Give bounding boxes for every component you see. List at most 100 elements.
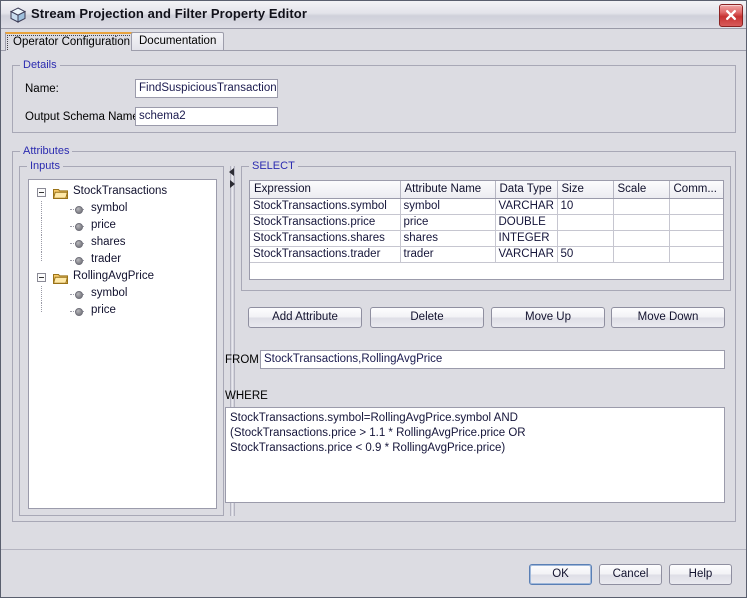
tree-node-label: RollingAvgPrice [73,270,154,282]
tree-leaf-label: trader [91,253,122,265]
tree-line [41,252,43,261]
name-label: Name: [25,83,59,95]
tree-leaf-shares-st[interactable]: shares [29,235,216,252]
tree-leaf-symbol-st[interactable]: symbol [29,201,216,218]
details-group: Details Name: FindSuspiciousTransactions… [12,59,736,133]
cell-scale[interactable] [613,230,670,247]
tab-operator-configuration-label: Operator Configuration [13,36,130,48]
cell-comment[interactable] [669,198,723,215]
cell-data-type[interactable]: VARCHAR [495,198,558,215]
from-field[interactable]: StockTransactions,RollingAvgPrice [260,350,725,369]
move-down-button[interactable]: Move Down [611,307,725,328]
inputs-legend: Inputs [27,160,63,172]
splitter-collapse-right-icon[interactable] [230,180,235,188]
tab-strip: Operator Configuration Documentation [1,29,746,52]
where-textarea[interactable]: StockTransactions.symbol=RollingAvgPrice… [225,407,725,503]
cell-expression[interactable]: StockTransactions.price [250,214,401,231]
attribute-bullet-icon [75,206,83,214]
column-header-scale[interactable]: Scale [613,181,670,199]
attribute-bullet-icon [75,223,83,231]
add-attribute-button[interactable]: Add Attribute [248,307,362,328]
details-legend: Details [20,59,60,71]
tree-leaf-label: symbol [91,287,128,299]
collapse-toggle-icon[interactable] [37,273,46,282]
folder-icon [52,187,69,199]
cell-scale[interactable] [613,246,670,263]
tree-line [41,303,43,312]
column-header-data-type[interactable]: Data Type [495,181,558,199]
column-header-comment[interactable]: Comm... [669,181,723,199]
cell-attribute-name[interactable]: price [400,214,496,231]
cell-data-type[interactable]: DOUBLE [495,214,558,231]
column-header-expression[interactable]: Expression [250,181,401,199]
inputs-tree[interactable]: StockTransactions symbol price shares tr… [28,179,217,509]
cell-attribute-name[interactable]: shares [400,230,496,247]
tree-leaf-label: symbol [91,202,128,214]
operator-configuration-panel: Details Name: FindSuspiciousTransactions… [1,51,746,549]
move-up-button[interactable]: Move Up [491,307,605,328]
table-header-row: Expression Attribute Name Data Type Size… [250,181,723,199]
column-header-attribute-name[interactable]: Attribute Name [400,181,496,199]
ok-button[interactable]: OK [529,564,592,585]
tree-leaf-label: shares [91,236,126,248]
tree-line [41,201,43,218]
tab-operator-configuration[interactable]: Operator Configuration [5,32,138,52]
name-field[interactable]: FindSuspiciousTransactions [135,79,278,98]
help-button[interactable]: Help [669,564,732,585]
dialog-footer: OK Cancel Help [1,549,746,597]
table-row[interactable]: StockTransactions.trader trader VARCHAR … [250,246,723,263]
collapse-toggle-icon[interactable] [37,188,46,197]
splitter-collapse-left-icon[interactable] [229,168,234,176]
output-schema-name-label: Output Schema Name: [25,111,142,123]
cell-data-type[interactable]: VARCHAR [495,246,558,263]
tree-leaf-price-rap[interactable]: price [29,303,216,320]
cancel-button[interactable]: Cancel [599,564,662,585]
cell-size[interactable]: 50 [557,246,614,263]
attribute-bullet-icon [75,240,83,248]
tree-leaf-symbol-rap[interactable]: symbol [29,286,216,303]
close-icon[interactable] [719,4,743,27]
cell-expression[interactable]: StockTransactions.shares [250,230,401,247]
cell-expression[interactable]: StockTransactions.symbol [250,198,401,215]
tree-leaf-label: price [91,219,116,231]
cell-comment[interactable] [669,230,723,247]
cell-attribute-name[interactable]: trader [400,246,496,263]
cell-comment[interactable] [669,214,723,231]
table-row[interactable]: StockTransactions.shares shares INTEGER [250,230,723,247]
tab-documentation-label: Documentation [139,35,217,47]
cell-scale[interactable] [613,198,670,215]
cell-expression[interactable]: StockTransactions.trader [250,246,401,263]
tree-leaf-label: price [91,304,116,316]
attributes-group: Attributes Inputs StockTransactions symb… [12,145,736,522]
select-table-container[interactable]: Expression Attribute Name Data Type Size… [249,180,724,280]
cell-attribute-name[interactable]: symbol [400,198,496,215]
cell-data-type[interactable]: INTEGER [495,230,558,247]
from-label: FROM [225,354,259,366]
attribute-bullet-icon [75,291,83,299]
column-header-size[interactable]: Size [557,181,614,199]
cell-size[interactable] [557,214,614,231]
folder-icon [52,272,69,284]
tree-node-label: StockTransactions [73,185,168,197]
cell-scale[interactable] [613,214,670,231]
tree-node-stocktransactions[interactable]: StockTransactions [29,184,216,201]
property-editor-window: Stream Projection and Filter Property Ed… [0,0,747,598]
window-title: Stream Projection and Filter Property Ed… [31,6,308,21]
table-row[interactable]: StockTransactions.symbol symbol VARCHAR … [250,198,723,215]
tree-line [41,218,43,235]
tree-leaf-trader-st[interactable]: trader [29,252,216,269]
attribute-bullet-icon [75,257,83,265]
output-schema-name-field[interactable]: schema2 [135,107,278,126]
tree-line [41,235,43,252]
tree-leaf-price-st[interactable]: price [29,218,216,235]
cell-size[interactable] [557,230,614,247]
attributes-legend: Attributes [20,145,73,157]
tree-node-rollingavgprice[interactable]: RollingAvgPrice [29,269,216,286]
cube-icon [9,6,27,24]
tab-documentation[interactable]: Documentation [131,32,225,51]
select-group: SELECT Expression Attribute Name Data Ty… [241,160,731,291]
delete-button[interactable]: Delete [370,307,484,328]
table-row[interactable]: StockTransactions.price price DOUBLE [250,214,723,231]
cell-size[interactable]: 10 [557,198,614,215]
cell-comment[interactable] [669,246,723,263]
